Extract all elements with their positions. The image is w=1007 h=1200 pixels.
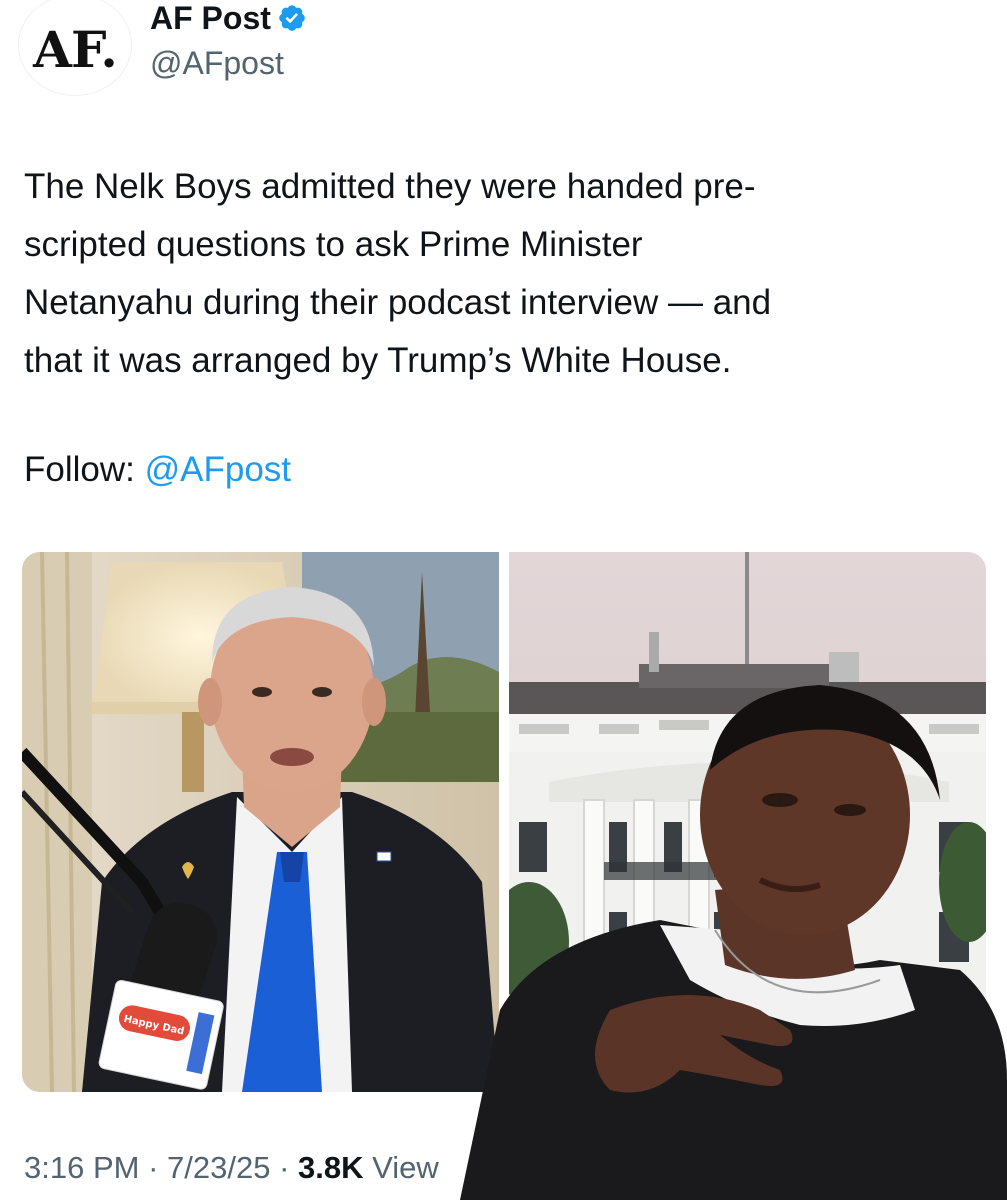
user-handle[interactable]: @AFpost (150, 44, 284, 82)
meta-separator: · (279, 1150, 290, 1185)
avatar-logo-text: AF. (33, 19, 118, 79)
photo-man-at-podcast-microphone[interactable]: Happy Dad (22, 552, 499, 1092)
display-name-row[interactable]: AF Post (150, 0, 307, 36)
tweet-text: The Nelk Boys admitted they were handed … (24, 158, 964, 390)
tweet-text-line: The Nelk Boys admitted they were handed … (24, 167, 756, 206)
follow-mention-link[interactable]: @AFpost (145, 450, 291, 489)
avatar[interactable]: AF. (18, 0, 132, 96)
views-label[interactable]: View (372, 1150, 439, 1185)
views-count[interactable]: 3.8K (298, 1150, 363, 1185)
meme-cutout-person-gesturing (460, 685, 1007, 1200)
meta-separator: · (148, 1150, 159, 1185)
tweet-meta: 3:16 PM · 7/23/25 · 3.8K View (24, 1148, 439, 1188)
tweet-time[interactable]: 3:16 PM (24, 1150, 139, 1185)
display-name[interactable]: AF Post (150, 0, 271, 36)
verified-badge-icon (279, 5, 305, 31)
tweet-text-line: Netanyahu during their podcast interview… (24, 283, 772, 322)
follow-line: Follow: @AFpost (24, 444, 291, 496)
tweet-text-line: scripted questions to ask Prime Minister (24, 225, 643, 264)
follow-label: Follow: (24, 450, 135, 489)
tweet-text-line: that it was arranged by Trump’s White Ho… (24, 341, 732, 380)
tweet-date[interactable]: 7/23/25 (167, 1150, 270, 1185)
